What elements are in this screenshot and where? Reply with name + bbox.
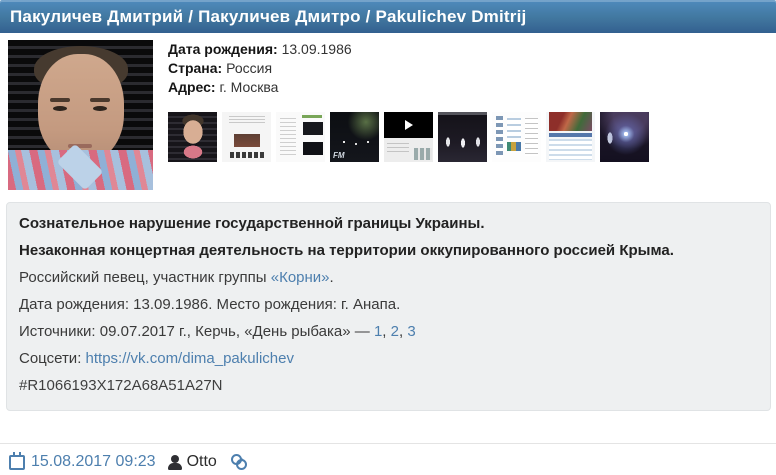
source-link-2[interactable]: 2	[391, 323, 399, 340]
profile-photo[interactable]	[8, 40, 153, 190]
photo-brow	[90, 98, 110, 102]
photo-eye	[93, 106, 107, 111]
page-title: Пакуличев Дмитрий / Пакуличев Дмитро / P…	[0, 0, 776, 33]
detail-label: Страна:	[168, 60, 223, 76]
entry-date-link[interactable]: 15.08.2017 09:23	[31, 453, 156, 471]
detail-value: Россия	[222, 60, 273, 76]
gallery-thumb-article[interactable]	[222, 112, 271, 162]
detail-value: 13.09.1986	[277, 41, 352, 57]
sources-text: Источники: 09.07.2017 г., Керчь, «День р…	[19, 323, 374, 340]
bio-text: .	[329, 269, 334, 286]
source-link-3[interactable]: 3	[407, 323, 415, 340]
gallery-thumb-video-article[interactable]	[276, 112, 325, 162]
charge-line: Незаконная концертная деятельность на те…	[19, 242, 674, 259]
detail-birthdate: Дата рождения: 13.09.1986	[168, 40, 768, 59]
author-name: Otto	[186, 453, 217, 470]
record-id: #R1066193X172A68A51A27N	[19, 377, 223, 394]
photo-brow	[50, 98, 70, 102]
detail-value: г. Москва	[215, 79, 279, 95]
profile-info-column: Дата рождения: 13.09.1986 Страна: Россия…	[168, 40, 768, 190]
user-icon	[167, 454, 182, 470]
user-icon-body	[167, 462, 182, 470]
social-line: Соцсети: https://vk.com/dima_pakulichev	[19, 349, 758, 368]
social-label: Соцсети:	[19, 350, 86, 367]
detail-label: Дата рождения:	[168, 41, 278, 57]
watermark-label: FM	[333, 151, 345, 160]
gallery-thumb-social-feed[interactable]	[492, 112, 541, 162]
user-icon-head	[170, 454, 179, 463]
sources-line: Источники: 09.07.2017 г., Керчь, «День р…	[19, 322, 758, 341]
gallery-thumb-spotlight[interactable]	[600, 112, 649, 162]
gallery-thumbnails: FM	[168, 112, 768, 162]
permalink-icon[interactable]	[230, 454, 247, 470]
photo-eye	[53, 106, 67, 111]
vk-profile-link[interactable]: https://vk.com/dima_pakulichev	[86, 350, 294, 367]
profile-details: Дата рождения: 13.09.1986 Страна: Россия…	[168, 40, 768, 97]
bio-text: Российский певец, участник группы	[19, 269, 271, 286]
detail-label: Адрес:	[168, 79, 216, 95]
gallery-thumb-stage[interactable]	[438, 112, 487, 162]
dossier-infobox: Сознательное нарушение государственной г…	[6, 202, 771, 411]
birth-line: Дата рождения: 13.09.1986. Место рождени…	[19, 296, 401, 313]
gallery-thumb-concert[interactable]: FM	[330, 112, 379, 162]
gallery-thumb-video-player[interactable]	[384, 112, 433, 162]
separator: ,	[382, 323, 391, 340]
gallery-thumb-profile-card[interactable]	[546, 112, 595, 162]
band-link[interactable]: «Корни»	[271, 269, 330, 286]
detail-address: Адрес: г. Москва	[168, 78, 768, 97]
charge-line: Сознательное нарушение государственной г…	[19, 215, 485, 232]
play-icon	[405, 120, 413, 130]
detail-country: Страна: Россия	[168, 59, 768, 78]
gallery-thumb-portrait[interactable]	[168, 112, 217, 162]
calendar-icon	[9, 451, 25, 470]
profile-summary: Дата рождения: 13.09.1986 Страна: Россия…	[0, 33, 776, 190]
entry-footer: 15.08.2017 09:23 Otto	[0, 443, 776, 475]
bio-line: Российский певец, участник группы «Корни…	[19, 268, 758, 287]
